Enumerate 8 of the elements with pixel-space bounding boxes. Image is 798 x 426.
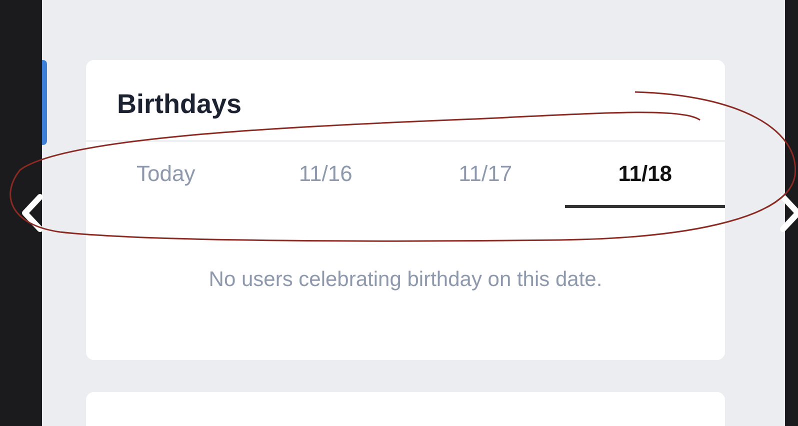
date-tab[interactable]: Today — [86, 142, 246, 208]
empty-message: No users celebrating birthday on this date. — [208, 267, 604, 294]
date-tab[interactable]: 11/18 — [565, 142, 725, 208]
date-tab[interactable]: 11/16 — [246, 142, 406, 208]
date-tab[interactable]: 11/17 — [406, 142, 566, 208]
card-title: Birthdays — [117, 88, 243, 120]
chevron-left-icon[interactable] — [20, 193, 46, 233]
chevron-right-icon[interactable] — [777, 193, 798, 233]
